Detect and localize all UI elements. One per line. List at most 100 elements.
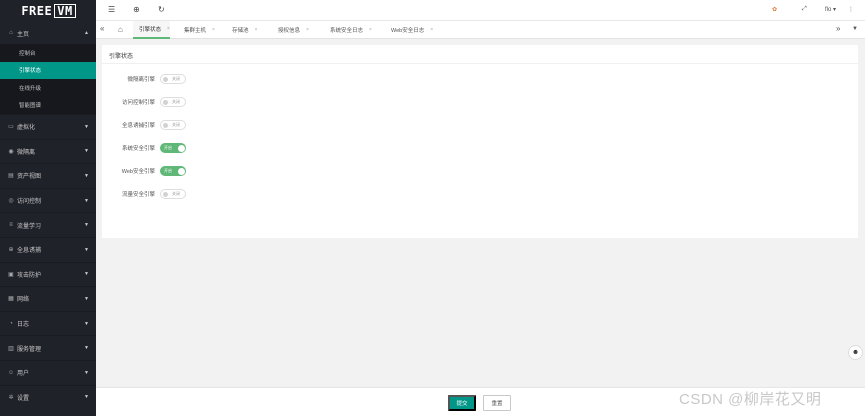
engine-row: 系统安全引擎 开启: [102, 142, 186, 154]
user-name: flo: [825, 7, 832, 13]
reset-button[interactable]: 重置: [483, 395, 511, 411]
traffic-security-engine-switch[interactable]: 关闭: [160, 189, 186, 199]
sidebar-subitem-label: 在线升级: [19, 85, 42, 92]
chevron-down-icon: ▼: [84, 271, 89, 278]
tab-home[interactable]: ⌂: [112, 21, 123, 38]
switch-text: 关闭: [172, 122, 180, 127]
switch-text: 关闭: [172, 99, 180, 104]
sidebar-item-attack-defense[interactable]: ▣ 攻击防护 ▼: [0, 261, 96, 287]
gear-icon: ✲: [8, 394, 14, 401]
sidebar-item-virtualization[interactable]: ▭ 虚拟化 ▼: [0, 114, 96, 139]
chevron-down-icon: ▼: [84, 394, 89, 401]
access-control-engine-switch[interactable]: 关闭: [160, 97, 186, 107]
logo: FREE VM: [0, 0, 96, 22]
engine-row: 访问控制引擎 关闭: [102, 96, 186, 108]
chat-bot-icon[interactable]: ☻: [848, 345, 863, 360]
close-icon[interactable]: ×: [167, 26, 170, 32]
sidebar-subitem-smart-graph[interactable]: 智能图谱: [0, 97, 96, 115]
engine-status-card: 引擎状态 微隔离引擎 关闭 访问控制引擎 关闭 全息诱捕引擎 关闭 系统安全引擎…: [102, 45, 858, 238]
engine-label: 访问控制引擎: [121, 100, 155, 106]
sidebar-item-user[interactable]: ☺ 用户 ▼: [0, 359, 96, 385]
sidebar-subitem-online-upgrade[interactable]: 在线升级: [0, 79, 96, 97]
tab-label: 引擎状态: [139, 27, 162, 33]
sidebar-item-label: 网络: [17, 297, 30, 304]
refresh-icon[interactable]: ↻: [158, 5, 165, 14]
card-title: 引擎状态: [109, 54, 134, 60]
engine-row: 微隔离引擎 关闭: [102, 73, 186, 85]
tab-label: Web安全日志: [391, 27, 425, 34]
close-icon[interactable]: ×: [212, 27, 215, 33]
sidebar-item-log[interactable]: ◔ 日志 ▼: [0, 310, 96, 336]
globe-icon[interactable]: ⊕: [133, 5, 140, 14]
tab-menu-icon[interactable]: ▼: [852, 26, 858, 32]
home-icon: ⌂: [118, 25, 123, 34]
switch-knob: [163, 123, 168, 128]
theme-icon[interactable]: ✿: [772, 6, 777, 13]
switch-knob: [163, 100, 168, 105]
more-icon[interactable]: ⋮: [848, 6, 854, 13]
sidebar-subitem-console[interactable]: 控制台: [0, 44, 96, 62]
flow-icon: ≡: [9, 222, 13, 229]
sidebar-subitem-label: 控制台: [19, 50, 36, 57]
chevron-down-icon: ▼: [84, 295, 89, 302]
close-icon[interactable]: ×: [255, 27, 258, 33]
defense-icon: ▣: [8, 271, 14, 278]
sidebar-item-label: 访问控制: [17, 199, 42, 206]
chevron-up-icon: ▲: [84, 30, 89, 36]
vm-icon: ▭: [8, 124, 14, 131]
fullscreen-icon[interactable]: ⤢: [802, 6, 807, 13]
close-icon[interactable]: ×: [430, 27, 433, 33]
sidebar-item-network[interactable]: ▦ 网络 ▼: [0, 286, 96, 311]
sidebar-item-label: 用户: [17, 371, 30, 378]
sidebar-subitem-engine-status[interactable]: 引擎状态: [0, 61, 96, 79]
sidebar-item-label: 虚拟化: [17, 125, 36, 132]
tab-storage-pool[interactable]: 存储池 ×: [226, 21, 257, 38]
system-security-engine-switch[interactable]: 开启: [160, 143, 186, 153]
engine-label: 微隔离引擎: [127, 77, 155, 83]
home-icon: ⌂: [9, 30, 13, 36]
sidebar-item-asset-view[interactable]: ▤ 资产视图 ▼: [0, 163, 96, 188]
shield-icon: ◉: [8, 148, 14, 155]
engine-label: 全息诱捕引擎: [121, 123, 155, 129]
top-bar: ☰ ⊕ ↻ ✿ ⤢ flo ▾ ⋮: [96, 0, 865, 21]
tab-engine-status[interactable]: 引擎状态 ×: [133, 21, 170, 39]
switch-knob: [177, 144, 185, 152]
sidebar-item-settings[interactable]: ✲ 设置 ▼: [0, 384, 96, 410]
user-menu[interactable]: flo ▾: [825, 6, 836, 13]
switch-text: 关闭: [172, 191, 180, 196]
sidebar-item-service-management[interactable]: ▥ 服务管理 ▼: [0, 335, 96, 360]
tab-scroll-right-icon[interactable]: »: [836, 24, 840, 33]
micro-isolation-engine-switch[interactable]: 关闭: [160, 74, 186, 84]
sidebar-item-label: 微隔离: [17, 149, 36, 156]
menu-toggle-icon[interactable]: ☰: [108, 5, 115, 14]
web-security-engine-switch[interactable]: 开启: [160, 166, 186, 176]
close-icon[interactable]: ×: [369, 27, 372, 33]
asset-icon: ▤: [8, 173, 14, 180]
switch-text: 开启: [164, 145, 172, 150]
chevron-down-icon: ▼: [84, 345, 89, 352]
holographic-trap-engine-switch[interactable]: 关闭: [160, 120, 186, 130]
tab-label: 集群主机: [184, 27, 207, 34]
chevron-down-icon: ▼: [84, 172, 89, 179]
tab-web-security-log[interactable]: Web安全日志 ×: [385, 21, 433, 38]
chevron-down-icon: ▼: [84, 148, 89, 155]
submit-button[interactable]: 提交: [448, 395, 476, 411]
sidebar-item-label: 日志: [17, 322, 30, 329]
close-icon[interactable]: ×: [306, 27, 309, 33]
sidebar-submenu-home: 控制台 引擎状态 在线升级 智能图谱: [0, 44, 96, 114]
sidebar-item-access-control[interactable]: ◎ 访问控制 ▼: [0, 187, 96, 213]
tab-cluster-host[interactable]: 集群主机 ×: [178, 21, 215, 38]
sidebar-item-home[interactable]: ⌂ 主页 ▲: [0, 22, 96, 44]
tab-scroll-left-icon[interactable]: «: [100, 24, 104, 33]
sidebar-item-label: 主页: [17, 31, 30, 38]
sidebar-item-holographic-trap[interactable]: ⊕ 全息诱捕 ▼: [0, 236, 96, 262]
user-icon: ☺: [7, 369, 15, 376]
chevron-down-icon: ▼: [84, 320, 89, 327]
tab-system-security-log[interactable]: 系统安全日志 ×: [324, 21, 372, 38]
chevron-down-icon: ▼: [84, 197, 89, 204]
sidebar-item-label: 流量学习: [17, 223, 42, 230]
tab-license-info[interactable]: 授权信息 ×: [272, 21, 309, 38]
sidebar-item-micro-isolation[interactable]: ◉ 微隔离 ▼: [0, 138, 96, 164]
sidebar-item-label: 全息诱捕: [17, 248, 42, 255]
sidebar-item-flow-learning[interactable]: ≡ 流量学习 ▼: [0, 212, 96, 237]
